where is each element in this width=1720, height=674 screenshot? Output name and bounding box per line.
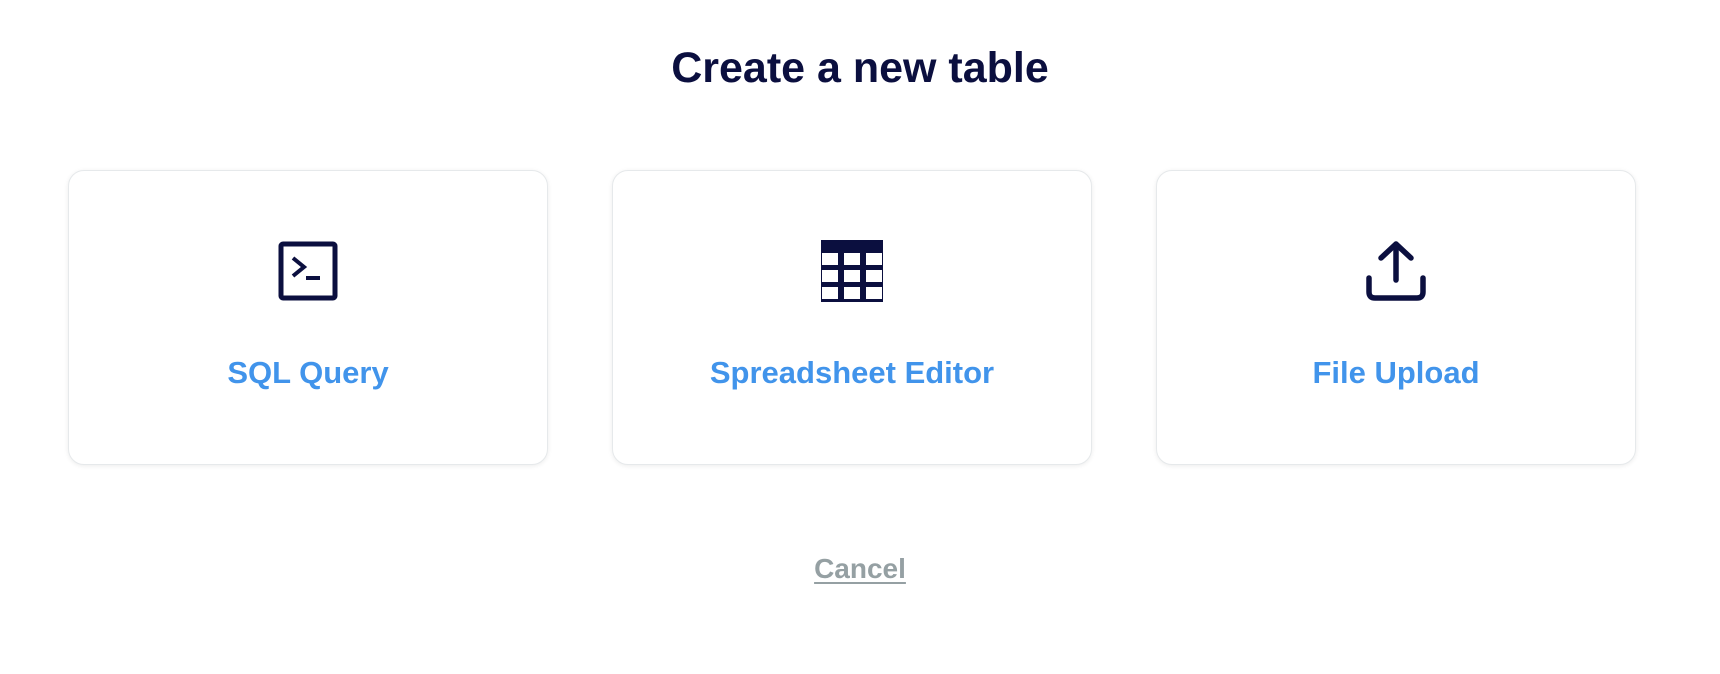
sql-query-option[interactable]: SQL Query [68, 170, 548, 465]
spreadsheet-editor-option[interactable]: Spreadsheet Editor [612, 170, 1092, 465]
sql-query-label: SQL Query [227, 355, 389, 390]
spreadsheet-editor-label: Spreadsheet Editor [709, 355, 995, 390]
dialog-title: Create a new table [671, 44, 1049, 92]
table-grid-icon [821, 240, 883, 302]
file-upload-option[interactable]: File Upload [1156, 170, 1636, 465]
terminal-icon [278, 241, 338, 301]
cancel-link[interactable]: Cancel [814, 553, 906, 584]
file-upload-label: File Upload [1312, 355, 1480, 390]
upload-icon [1366, 241, 1426, 301]
